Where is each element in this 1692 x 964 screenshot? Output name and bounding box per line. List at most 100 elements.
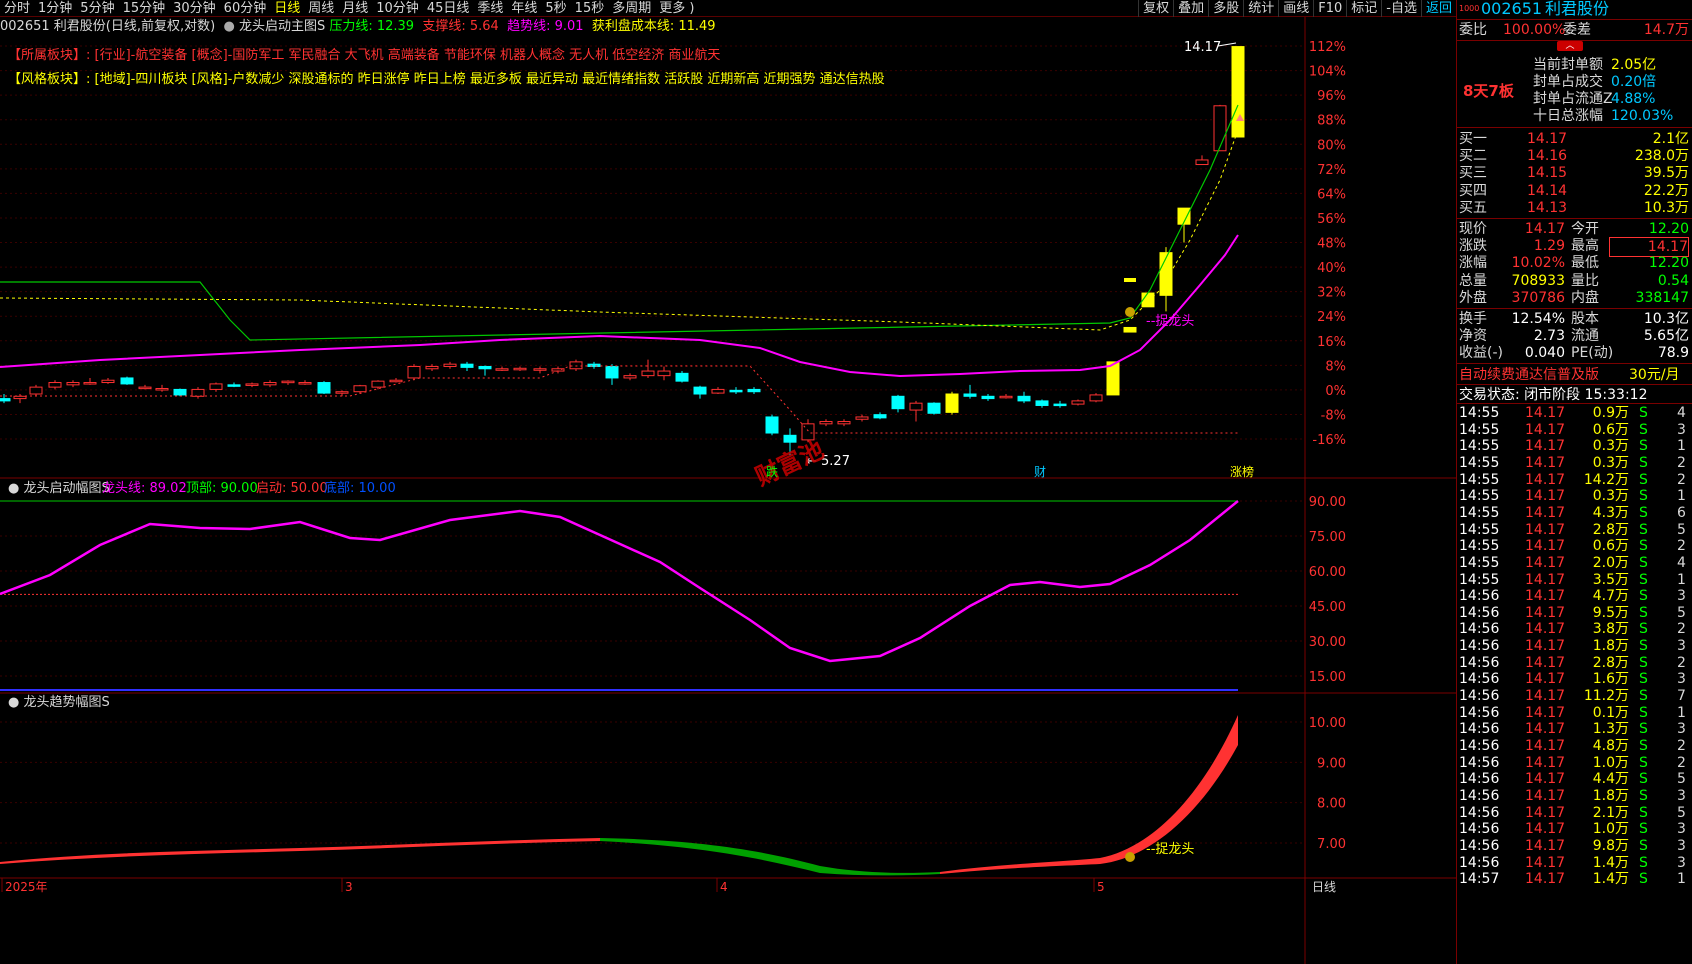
high-price-label: 14.17 xyxy=(1184,40,1221,55)
tick-row-9-cell: 14:55 xyxy=(1459,554,1500,571)
sub1-tick-label: 15.00 xyxy=(1309,670,1346,685)
tick-row-23-cell: 14:56 xyxy=(1459,787,1500,804)
marker-fall: 跌 xyxy=(766,464,778,479)
candle-body xyxy=(263,382,277,386)
seal-row-2-cell: 4.88% xyxy=(1611,91,1656,107)
candle-body xyxy=(0,398,11,402)
tick-row-11-cell: 14.17 xyxy=(1525,588,1566,605)
panel-separator xyxy=(1457,218,1692,219)
tick-row-1-cell: S xyxy=(1639,421,1648,438)
tick-row-20: 14:56 14.17 4.8万 S 2 xyxy=(1459,737,1691,755)
fin-row-1: 净资 2.73 流通 5.65亿 xyxy=(1459,327,1691,345)
tick-row-6-cell: 6 xyxy=(1677,504,1686,521)
tick-row-12-cell: 14.17 xyxy=(1525,604,1566,621)
quote-row-2-cell: 10.02% xyxy=(1511,255,1565,272)
fin-row-1-cell: 净资 xyxy=(1459,328,1487,345)
tick-row-12: 14:56 14.17 9.5万 S 5 xyxy=(1459,604,1691,622)
marker-cai: 财 xyxy=(1034,465,1046,479)
tick-row-10-cell: 14.17 xyxy=(1525,571,1566,588)
tick-row-24: 14:56 14.17 2.1万 S 5 xyxy=(1459,804,1691,822)
ad-row-cell: 自动续费通达信普及版 xyxy=(1459,367,1599,383)
candle-body xyxy=(317,382,331,394)
tick-row-28-cell: 1 xyxy=(1677,871,1686,888)
stock-header-cell: 1000 xyxy=(1459,4,1480,13)
tick-row-22-cell: 5 xyxy=(1677,771,1686,788)
panel-separator xyxy=(1457,384,1692,385)
candle-body xyxy=(1035,400,1049,406)
candle-body xyxy=(605,365,619,379)
bid-row-1-cell: 买二 xyxy=(1459,148,1487,165)
bid-row-0: 买一 14.17 2.1亿 xyxy=(1459,130,1691,148)
tick-row-1-cell: 3 xyxy=(1677,421,1686,438)
stock-header: 1000 002651 利君股份 xyxy=(1459,0,1691,18)
tick-row-16-cell: 14:56 xyxy=(1459,671,1500,688)
sub1-name: ● 龙头启动幅图S xyxy=(8,481,110,496)
kline-chart-area[interactable]: 112%104%96%88%80%72%64%56%48%40%32%24%16… xyxy=(0,0,1456,964)
candle-body xyxy=(1053,403,1067,407)
tick-row-25-cell: 3 xyxy=(1677,821,1686,838)
tick-row-12-cell: 14:56 xyxy=(1459,604,1500,621)
tick-row-7-cell: 2.8万 xyxy=(1592,521,1629,538)
tick-row-18-cell: 14:56 xyxy=(1459,704,1500,721)
tick-row-25: 14:56 14.17 1.0万 S 3 xyxy=(1459,820,1691,838)
tick-row-2-cell: 0.3万 xyxy=(1592,438,1629,455)
candle-body xyxy=(675,372,689,382)
tick-row-17-cell: 7 xyxy=(1677,688,1686,705)
candle-body xyxy=(711,388,725,394)
collapse-icon[interactable]: ︿ xyxy=(1557,41,1583,51)
quote-row-0-cell: 12.20 xyxy=(1648,221,1689,237)
bid-row-1-cell: 238.0万 xyxy=(1634,148,1689,165)
tick-row-6-cell: 14:55 xyxy=(1459,504,1500,521)
candle-body xyxy=(569,361,583,370)
bid-row-4-cell: 14.13 xyxy=(1527,199,1568,216)
candle-body xyxy=(657,370,671,377)
tick-row-13-cell: 3.8万 xyxy=(1592,621,1629,638)
tick-row-19-cell: 14.17 xyxy=(1525,721,1566,738)
tick-row-16-cell: 14.17 xyxy=(1525,671,1566,688)
fin-row-2-cell: 0.040 xyxy=(1524,345,1565,362)
tick-row-2: 14:55 14.17 0.3万 S 1 xyxy=(1459,437,1691,455)
candle-body xyxy=(29,386,43,395)
tick-row-3: 14:55 14.17 0.3万 S 2 xyxy=(1459,454,1691,472)
bid-row-1: 买二 14.16 238.0万 xyxy=(1459,147,1691,165)
tick-row-19-cell: 14:56 xyxy=(1459,721,1500,738)
bid-row-4: 买五 14.13 10.3万 xyxy=(1459,199,1691,217)
sub1-line-value: 龙头线: 89.02 xyxy=(102,481,187,496)
tick-row-16-cell: 1.6万 xyxy=(1592,671,1629,688)
tick-row-2-cell: S xyxy=(1639,438,1648,455)
candle-body xyxy=(281,380,295,384)
tick-row-9-cell: 2.0万 xyxy=(1592,554,1629,571)
tick-row-15-cell: 2 xyxy=(1677,654,1686,671)
tick-row-26-cell: S xyxy=(1639,837,1648,854)
quote-row-2-cell: 涨幅 xyxy=(1459,255,1487,272)
ad-row[interactable]: 自动续费通达信普及版 30元/月 xyxy=(1459,366,1691,384)
tick-row-9: 14:55 14.17 2.0万 S 4 xyxy=(1459,554,1691,572)
bid-row-0-cell: 14.17 xyxy=(1527,131,1568,147)
tick-row-15-cell: S xyxy=(1639,654,1648,671)
catch-dragon-label: --捉龙头 xyxy=(1146,314,1194,329)
tick-row-21: 14:56 14.17 1.0万 S 2 xyxy=(1459,754,1691,772)
tick-row-24-cell: 5 xyxy=(1677,804,1686,821)
fin-row-0-cell: 换手 xyxy=(1459,311,1487,327)
tick-row-5-cell: 14:55 xyxy=(1459,488,1500,505)
tick-row-1-cell: 14:55 xyxy=(1459,421,1500,438)
candle-body xyxy=(298,382,312,385)
quote-row-3-cell: 0.54 xyxy=(1657,272,1689,289)
tick-row-13-cell: 2 xyxy=(1677,621,1686,638)
tick-row-10-cell: 14:55 xyxy=(1459,571,1500,588)
tick-row-1-cell: 0.6万 xyxy=(1592,421,1629,438)
quote-row-3-cell: 708933 xyxy=(1511,272,1565,289)
bid-row-4-cell: 买五 xyxy=(1459,199,1487,216)
tick-row-4-cell: S xyxy=(1639,471,1648,488)
tick-row-27-cell: 14.17 xyxy=(1525,854,1566,871)
tick-row-14-cell: 14:56 xyxy=(1459,638,1500,655)
candle-body xyxy=(101,379,115,384)
tick-row-12-cell: 5 xyxy=(1677,604,1686,621)
candle-body xyxy=(729,389,743,393)
bid-row-2-cell: 14.15 xyxy=(1527,165,1568,182)
tick-row-17-cell: 14.17 xyxy=(1525,688,1566,705)
tick-row-14-cell: 14.17 xyxy=(1525,638,1566,655)
pct-tick-label: 80% xyxy=(1317,138,1346,153)
tick-row-10: 14:55 14.17 3.5万 S 1 xyxy=(1459,571,1691,589)
candle-body xyxy=(173,388,187,396)
